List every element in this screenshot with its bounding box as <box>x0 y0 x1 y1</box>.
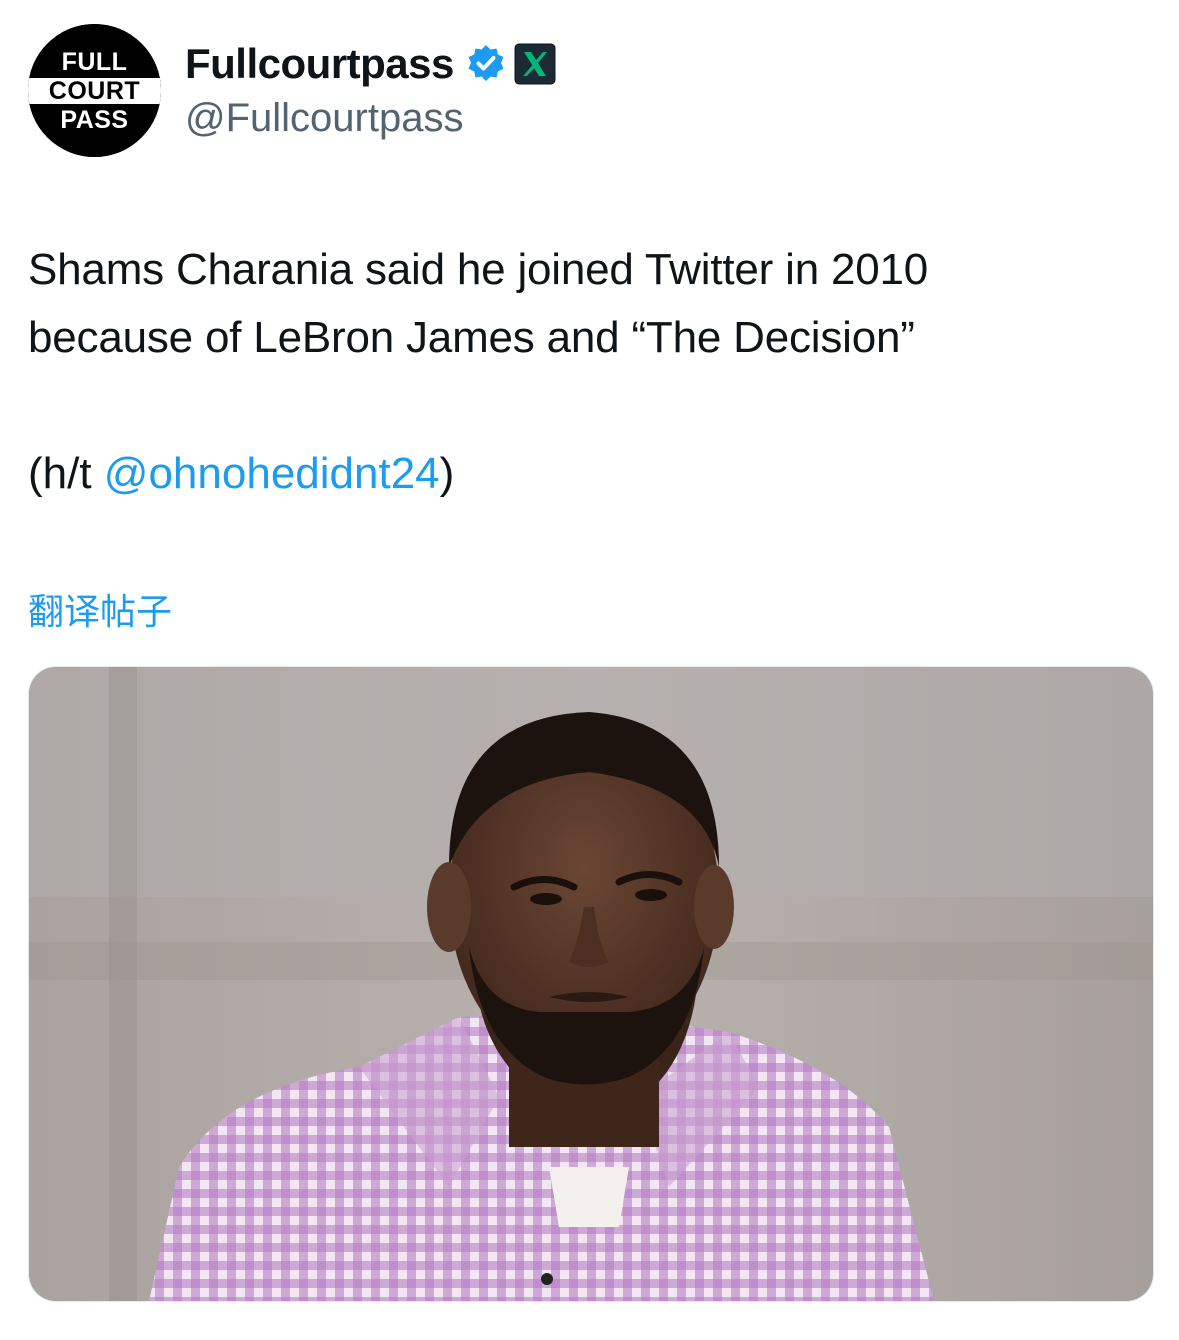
author-name-row: Fullcourtpass <box>185 38 556 90</box>
post-image[interactable] <box>28 666 1154 1302</box>
avatar-line-3: PASS <box>60 106 128 134</box>
portrait-photo <box>29 667 1153 1301</box>
hat-tip-line: (h/t @ohnohedidnt24) <box>28 440 454 508</box>
post-text-line-1: Shams Charania said he joined Twitter in… <box>28 245 929 294</box>
translate-post-link[interactable]: 翻译帖子 <box>28 588 172 636</box>
avatar-line-2: COURT <box>49 77 140 105</box>
verified-badge-icon[interactable] <box>466 44 506 84</box>
hat-tip-suffix: ) <box>439 449 455 498</box>
display-name[interactable]: Fullcourtpass <box>185 38 454 90</box>
x-logo-icon[interactable] <box>514 43 556 85</box>
avatar-line-1: FULL <box>62 48 128 76</box>
author-handle[interactable]: @Fullcourtpass <box>185 94 463 142</box>
post-text: Shams Charania said he joined Twitter in… <box>28 236 1148 372</box>
avatar[interactable]: FULL COURT PASS <box>28 24 161 157</box>
fullcourtpass-logo-icon: FULL COURT PASS <box>28 24 161 157</box>
post-text-line-2: because of LeBron James and “The Decisio… <box>28 313 915 362</box>
hat-tip-prefix: (h/t <box>28 449 104 498</box>
mention-link[interactable]: @ohnohedidnt24 <box>104 449 440 498</box>
